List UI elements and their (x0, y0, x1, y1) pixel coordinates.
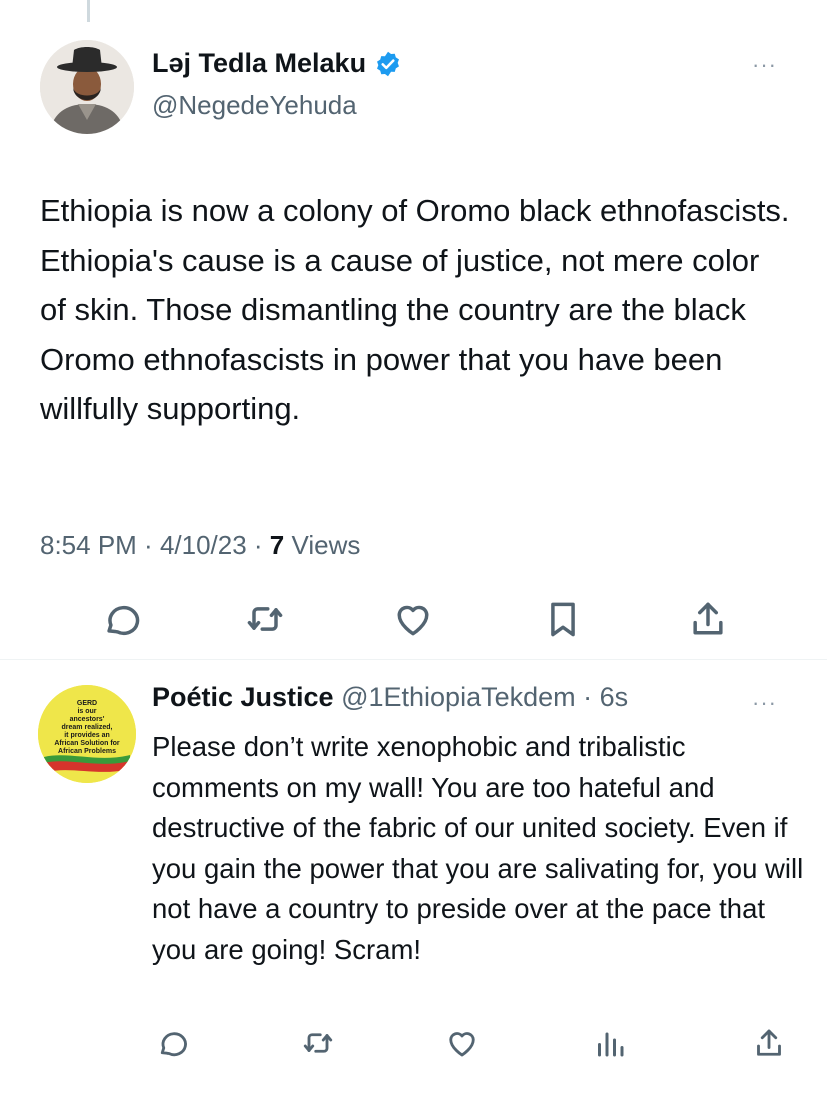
reply-action-bar (0, 1025, 827, 1065)
tweet-time[interactable]: 8:54 PM (40, 530, 137, 560)
like-icon[interactable] (444, 1025, 480, 1061)
author-name-row[interactable]: Ləj Tedla Melaku (152, 48, 402, 79)
tweet-date[interactable]: 4/10/23 (160, 530, 247, 560)
avatar[interactable] (40, 40, 134, 134)
reply-author-name[interactable]: Poétic Justice (152, 682, 334, 712)
tweet-divider (0, 659, 827, 660)
reply-avatar[interactable]: GERD is our ancestors' dream realized, i… (38, 685, 136, 783)
author-name[interactable]: Ləj Tedla Melaku (152, 48, 366, 79)
analytics-icon[interactable] (592, 1025, 628, 1061)
avatar-text-line: GERD (77, 700, 97, 707)
avatar-text-line: dream realized, (62, 724, 113, 731)
avatar-text-line: it provides an (64, 732, 110, 739)
verified-badge-icon (374, 50, 402, 78)
reply-time[interactable]: 6s (600, 682, 629, 712)
retweet-icon[interactable] (300, 1025, 336, 1061)
views-count: 7 (269, 530, 285, 560)
avatar-text-line: African Problems (58, 748, 116, 755)
meta-separator: · (136, 530, 160, 560)
thread-connector-line (87, 0, 90, 22)
avatar-text-line: African Solution for (54, 740, 120, 747)
author-handle[interactable]: @NegedeYehuda (152, 90, 357, 121)
more-options-icon[interactable]: ··· (752, 52, 777, 78)
reply-separator: · (575, 682, 600, 712)
views-label: Views (291, 530, 361, 560)
meta-separator: · (246, 530, 270, 560)
avatar-text-line: is our (77, 708, 96, 715)
reply-text: Please don’t write xenophobic and tribal… (152, 731, 804, 965)
tweet-action-bar (0, 597, 827, 647)
avatar-text-line: ancestors' (70, 716, 105, 723)
tweet-text: Ethiopia is now a colony of Oromo black … (40, 193, 790, 426)
reply-icon[interactable] (99, 597, 143, 641)
reply-more-options-icon[interactable]: ··· (752, 690, 777, 716)
share-icon[interactable] (686, 597, 730, 641)
retweet-icon[interactable] (243, 597, 287, 641)
tweet-metadata: 8:54 PM · 4/10/23 · 7 Views (40, 530, 360, 561)
reply-icon[interactable] (154, 1025, 190, 1061)
like-icon[interactable] (391, 597, 435, 641)
reply-header: Poétic Justice @1EthiopiaTekdem · 6s (152, 682, 628, 713)
share-icon[interactable] (751, 1025, 787, 1061)
bookmark-icon[interactable] (541, 597, 585, 641)
reply-author-handle[interactable]: @1EthiopiaTekdem (341, 682, 576, 712)
